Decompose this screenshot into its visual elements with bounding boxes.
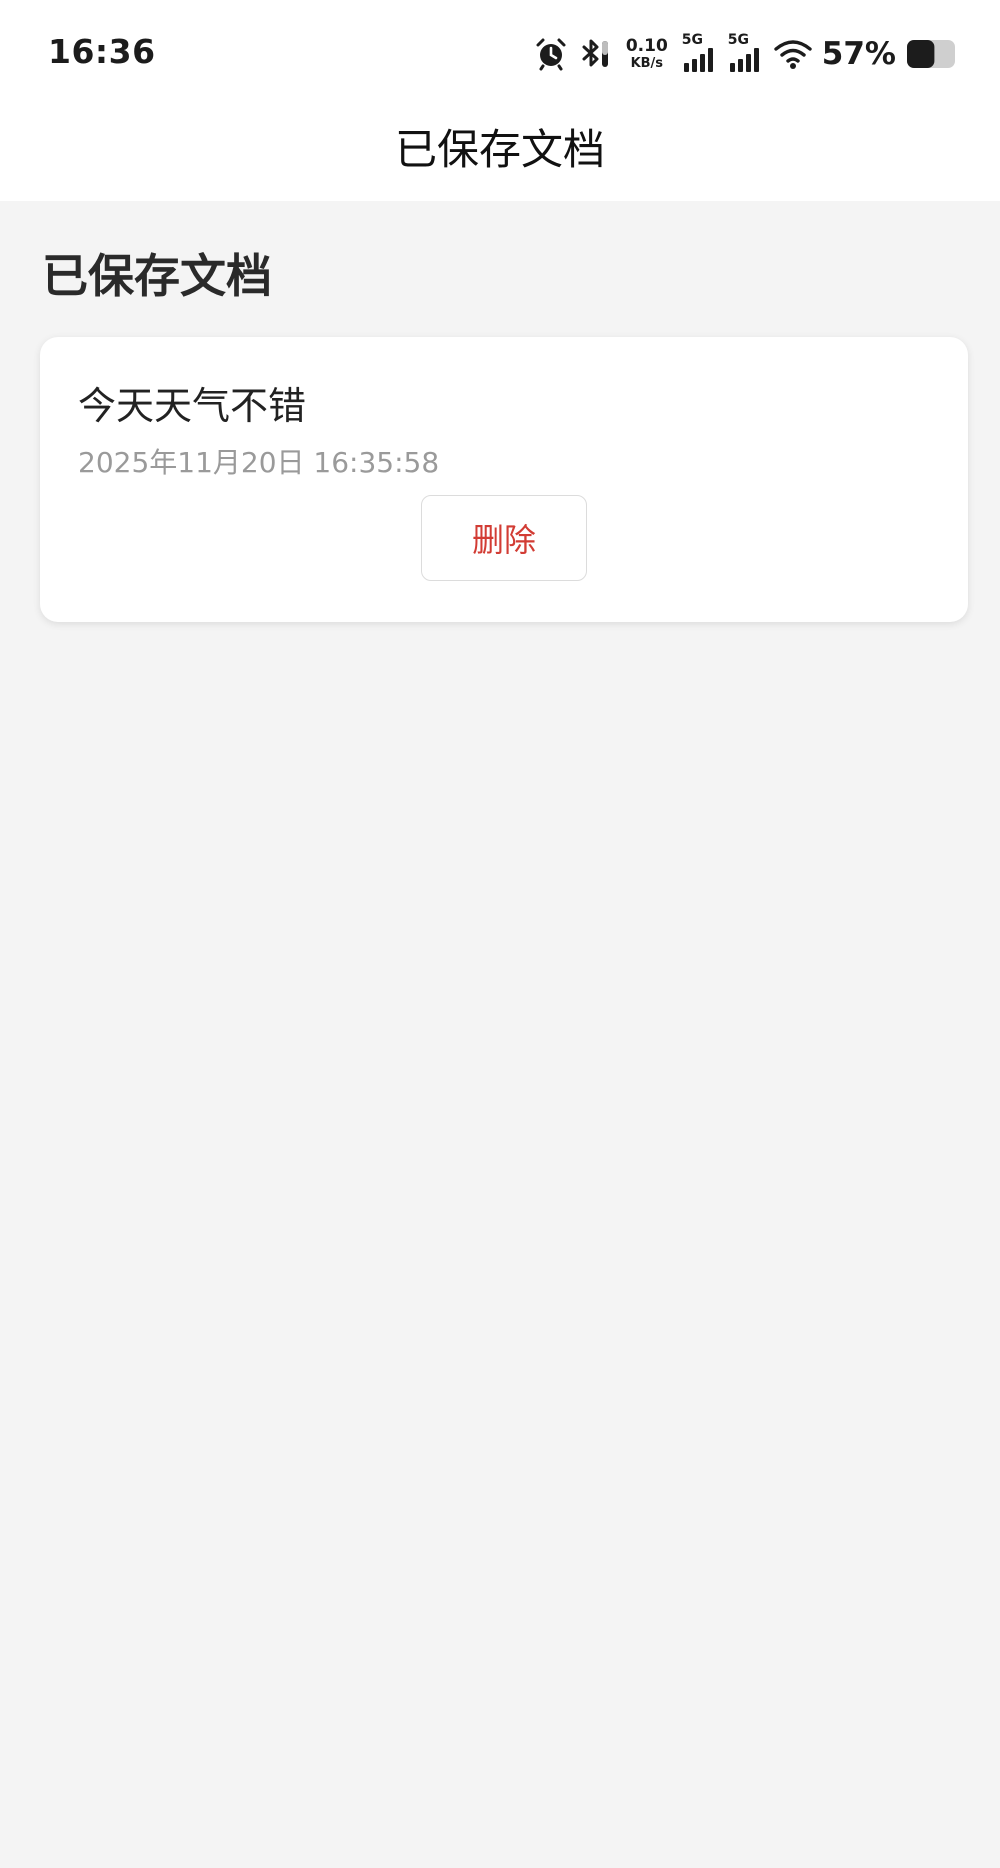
page-heading: 已保存文档 bbox=[42, 249, 272, 303]
network-speed-unit: KB/s bbox=[630, 56, 664, 71]
battery-icon bbox=[906, 38, 958, 70]
document-title: 今天天气不错 bbox=[78, 384, 307, 428]
signal-icon bbox=[683, 48, 713, 72]
signal-icon bbox=[729, 48, 759, 72]
document-saved-time: 2025年11月20日 16:35:58 bbox=[78, 446, 440, 479]
network-speed-value: 0.10 bbox=[625, 36, 668, 56]
status-time: 16:36 bbox=[48, 32, 156, 71]
sim1-network-type: 5G bbox=[681, 32, 704, 48]
sim2-network-type: 5G bbox=[727, 32, 750, 48]
sim1-signal: 5G bbox=[682, 32, 718, 72]
delete-button[interactable]: 删除 bbox=[421, 495, 587, 581]
status-bar: 16:36 0.10 KB/s 5G 5G 57% bbox=[0, 0, 1000, 110]
status-icons: 0.10 KB/s 5G 5G 57% bbox=[534, 32, 958, 74]
appbar-title: 已保存文档 bbox=[394, 125, 605, 174]
document-card[interactable]: 今天天气不错 2025年11月20日 16:35:58 删除 bbox=[40, 337, 968, 622]
wifi-icon bbox=[774, 38, 812, 70]
battery-percent: 57% bbox=[821, 36, 896, 72]
top-bar: 16:36 0.10 KB/s 5G 5G 57% 已保存文档 bbox=[0, 0, 1000, 201]
network-speed: 0.10 KB/s bbox=[625, 36, 668, 71]
alarm-icon bbox=[534, 37, 568, 71]
sim2-signal: 5G bbox=[728, 32, 764, 72]
bluetooth-icon bbox=[578, 37, 612, 71]
